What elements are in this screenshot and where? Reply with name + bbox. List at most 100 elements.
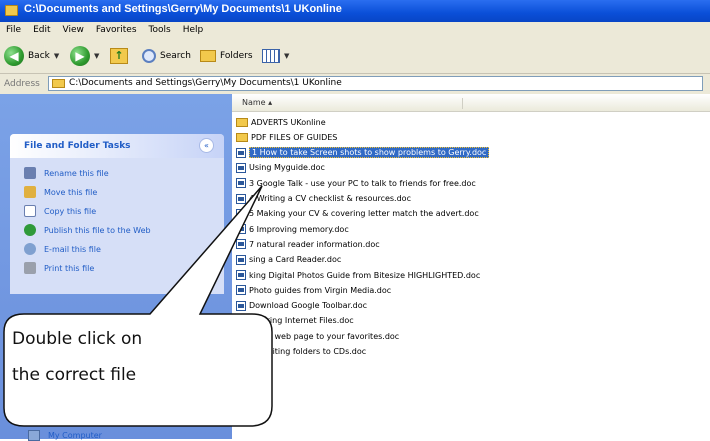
folders-button[interactable]: Folders — [200, 45, 253, 67]
file-item[interactable]: 1 How to take Screen shots to show probl… — [236, 147, 490, 159]
file-list: Name ▴ ADVERTS UKonline PDF FILES OF GUID… — [232, 94, 710, 439]
column-name-header[interactable]: Name ▴ — [242, 98, 463, 109]
window-title: C:\Documents and Settings\Gerry\My Docum… — [24, 3, 342, 15]
address-bar: Address C:\Documents and Settings\Gerry\… — [0, 74, 710, 95]
word-doc-icon — [236, 331, 246, 342]
menu-file[interactable]: File — [0, 22, 27, 35]
forward-arrow-icon: ▶ — [70, 46, 90, 66]
word-doc-icon — [236, 254, 246, 265]
file-item[interactable]: Add a web page to your favorites.doc — [236, 330, 399, 342]
forward-button[interactable]: ▶ ▼ — [70, 45, 99, 67]
word-doc-icon — [236, 300, 246, 311]
task-publish[interactable]: Publish this file to the Web — [24, 223, 151, 237]
file-item[interactable]: king Digital Photos Guide from Bitesize … — [236, 269, 480, 281]
file-name: Using Myguide.doc — [249, 163, 325, 173]
address-input[interactable]: C:\Documents and Settings\Gerry\My Docum… — [48, 76, 703, 91]
file-name: sing a Card Reader.doc — [249, 255, 342, 265]
file-item[interactable]: 14 Writing folders to CDs.doc — [236, 346, 366, 358]
file-name: king Digital Photos Guide from Bitesize … — [249, 270, 481, 280]
move-icon — [24, 186, 36, 198]
file-item[interactable]: 3 Google Talk - use your PC to talk to f… — [236, 177, 476, 189]
tasks-title: File and Folder Tasks — [24, 141, 131, 151]
menu-favorites[interactable]: Favorites — [90, 22, 143, 35]
folder-icon — [236, 117, 248, 127]
file-name: 7 natural reader information.doc — [249, 239, 380, 249]
file-item[interactable]: 7 natural reader information.doc — [236, 238, 380, 250]
folder-item[interactable]: PDF FILES OF GUIDES — [236, 131, 337, 143]
menu-help[interactable]: Help — [177, 22, 210, 35]
menu-bar: File Edit View Favorites Tools Help — [0, 22, 710, 41]
up-folder-icon: ↑ — [110, 48, 128, 64]
word-doc-icon — [236, 315, 246, 326]
file-name: 4 Writing a CV checklist & resources.doc — [249, 194, 411, 203]
file-item[interactable]: sing a Card Reader.doc — [236, 254, 341, 266]
folders-icon — [200, 50, 216, 62]
file-item[interactable]: Using Myguide.doc — [236, 162, 325, 174]
up-folder-button[interactable]: ↑ — [110, 45, 128, 67]
word-doc-icon — [236, 285, 246, 296]
file-name: ADVERTS UKonline — [251, 117, 326, 127]
views-icon — [262, 49, 280, 63]
file-item[interactable]: Clearing Internet Files.doc — [236, 315, 354, 327]
word-doc-icon — [236, 208, 246, 219]
task-copy[interactable]: Copy this file — [24, 204, 96, 218]
chevron-down-icon: ▼ — [94, 52, 100, 60]
my-computer-link[interactable]: My Computer — [28, 430, 102, 441]
views-button[interactable]: ▼ — [262, 45, 289, 67]
title-bar: C:\Documents and Settings\Gerry\My Docum… — [0, 0, 710, 22]
word-doc-icon — [236, 147, 246, 158]
file-name: 5 Making your CV & covering letter match… — [249, 209, 479, 219]
address-label: Address — [4, 79, 40, 89]
search-icon — [142, 49, 156, 63]
file-name: Add a web page to your favorites.doc — [249, 331, 400, 341]
tasks-header[interactable]: File and Folder Tasks « — [10, 134, 224, 158]
file-item[interactable]: 4 Writing a CV checklist & resources.doc — [236, 193, 411, 205]
file-folder-tasks-panel: File and Folder Tasks « Rename this file… — [10, 134, 224, 294]
word-doc-icon — [236, 193, 246, 204]
toolbar: ◀ Back ▼ ▶ ▼ ↑ Search Folders ▼ — [0, 40, 710, 74]
copy-icon — [24, 205, 36, 217]
file-name: Photo guides from Virgin Media.doc — [249, 285, 392, 295]
menu-tools[interactable]: Tools — [143, 22, 177, 35]
file-item[interactable]: Download Google Toolbar.doc — [236, 300, 367, 312]
task-pane: File and Folder Tasks « Rename this file… — [0, 94, 232, 441]
word-doc-icon — [236, 270, 246, 280]
folder-icon — [236, 132, 248, 142]
file-name: 3 Google Talk - use your PC to talk to f… — [249, 178, 476, 188]
word-doc-icon — [236, 178, 246, 189]
menu-view[interactable]: View — [57, 22, 90, 35]
chevron-down-icon: ▼ — [53, 52, 60, 60]
file-name: 1 How to take Screen shots to show probl… — [249, 147, 490, 159]
task-print[interactable]: Print this file — [24, 261, 94, 275]
task-email[interactable]: E-mail this file — [24, 242, 101, 256]
address-path: C:\Documents and Settings\Gerry\My Docum… — [69, 78, 342, 88]
task-move[interactable]: Move this file — [24, 185, 97, 199]
word-doc-icon — [236, 239, 246, 250]
column-header: Name ▴ — [232, 94, 710, 112]
print-icon — [24, 262, 36, 274]
file-item[interactable]: 6 Improving memory.doc — [236, 223, 349, 235]
folder-icon — [52, 79, 65, 88]
callout-line-1: Double click on — [12, 329, 143, 349]
task-rename[interactable]: Rename this file — [24, 166, 109, 180]
word-doc-icon — [236, 162, 246, 173]
email-icon — [24, 243, 36, 255]
search-button[interactable]: Search — [142, 45, 191, 67]
file-item[interactable]: Photo guides from Virgin Media.doc — [236, 284, 391, 296]
file-name: 6 Improving memory.doc — [249, 224, 349, 234]
file-name: PDF FILES OF GUIDES — [251, 132, 338, 142]
word-doc-icon — [236, 346, 246, 357]
word-doc-icon — [236, 224, 246, 235]
file-name: 14 Writing folders to CDs.doc — [249, 347, 367, 356]
computer-icon — [28, 430, 40, 441]
file-name: Download Google Toolbar.doc — [249, 301, 368, 311]
menu-edit[interactable]: Edit — [27, 22, 56, 35]
globe-icon — [24, 224, 36, 236]
back-button[interactable]: ◀ Back ▼ — [4, 45, 59, 67]
folder-icon — [5, 5, 18, 16]
collapse-icon[interactable]: « — [199, 138, 214, 153]
folder-item[interactable]: ADVERTS UKonline — [236, 116, 326, 128]
back-arrow-icon: ◀ — [4, 46, 24, 66]
rename-icon — [24, 167, 36, 179]
file-item[interactable]: 5 Making your CV & covering letter match… — [236, 208, 479, 220]
